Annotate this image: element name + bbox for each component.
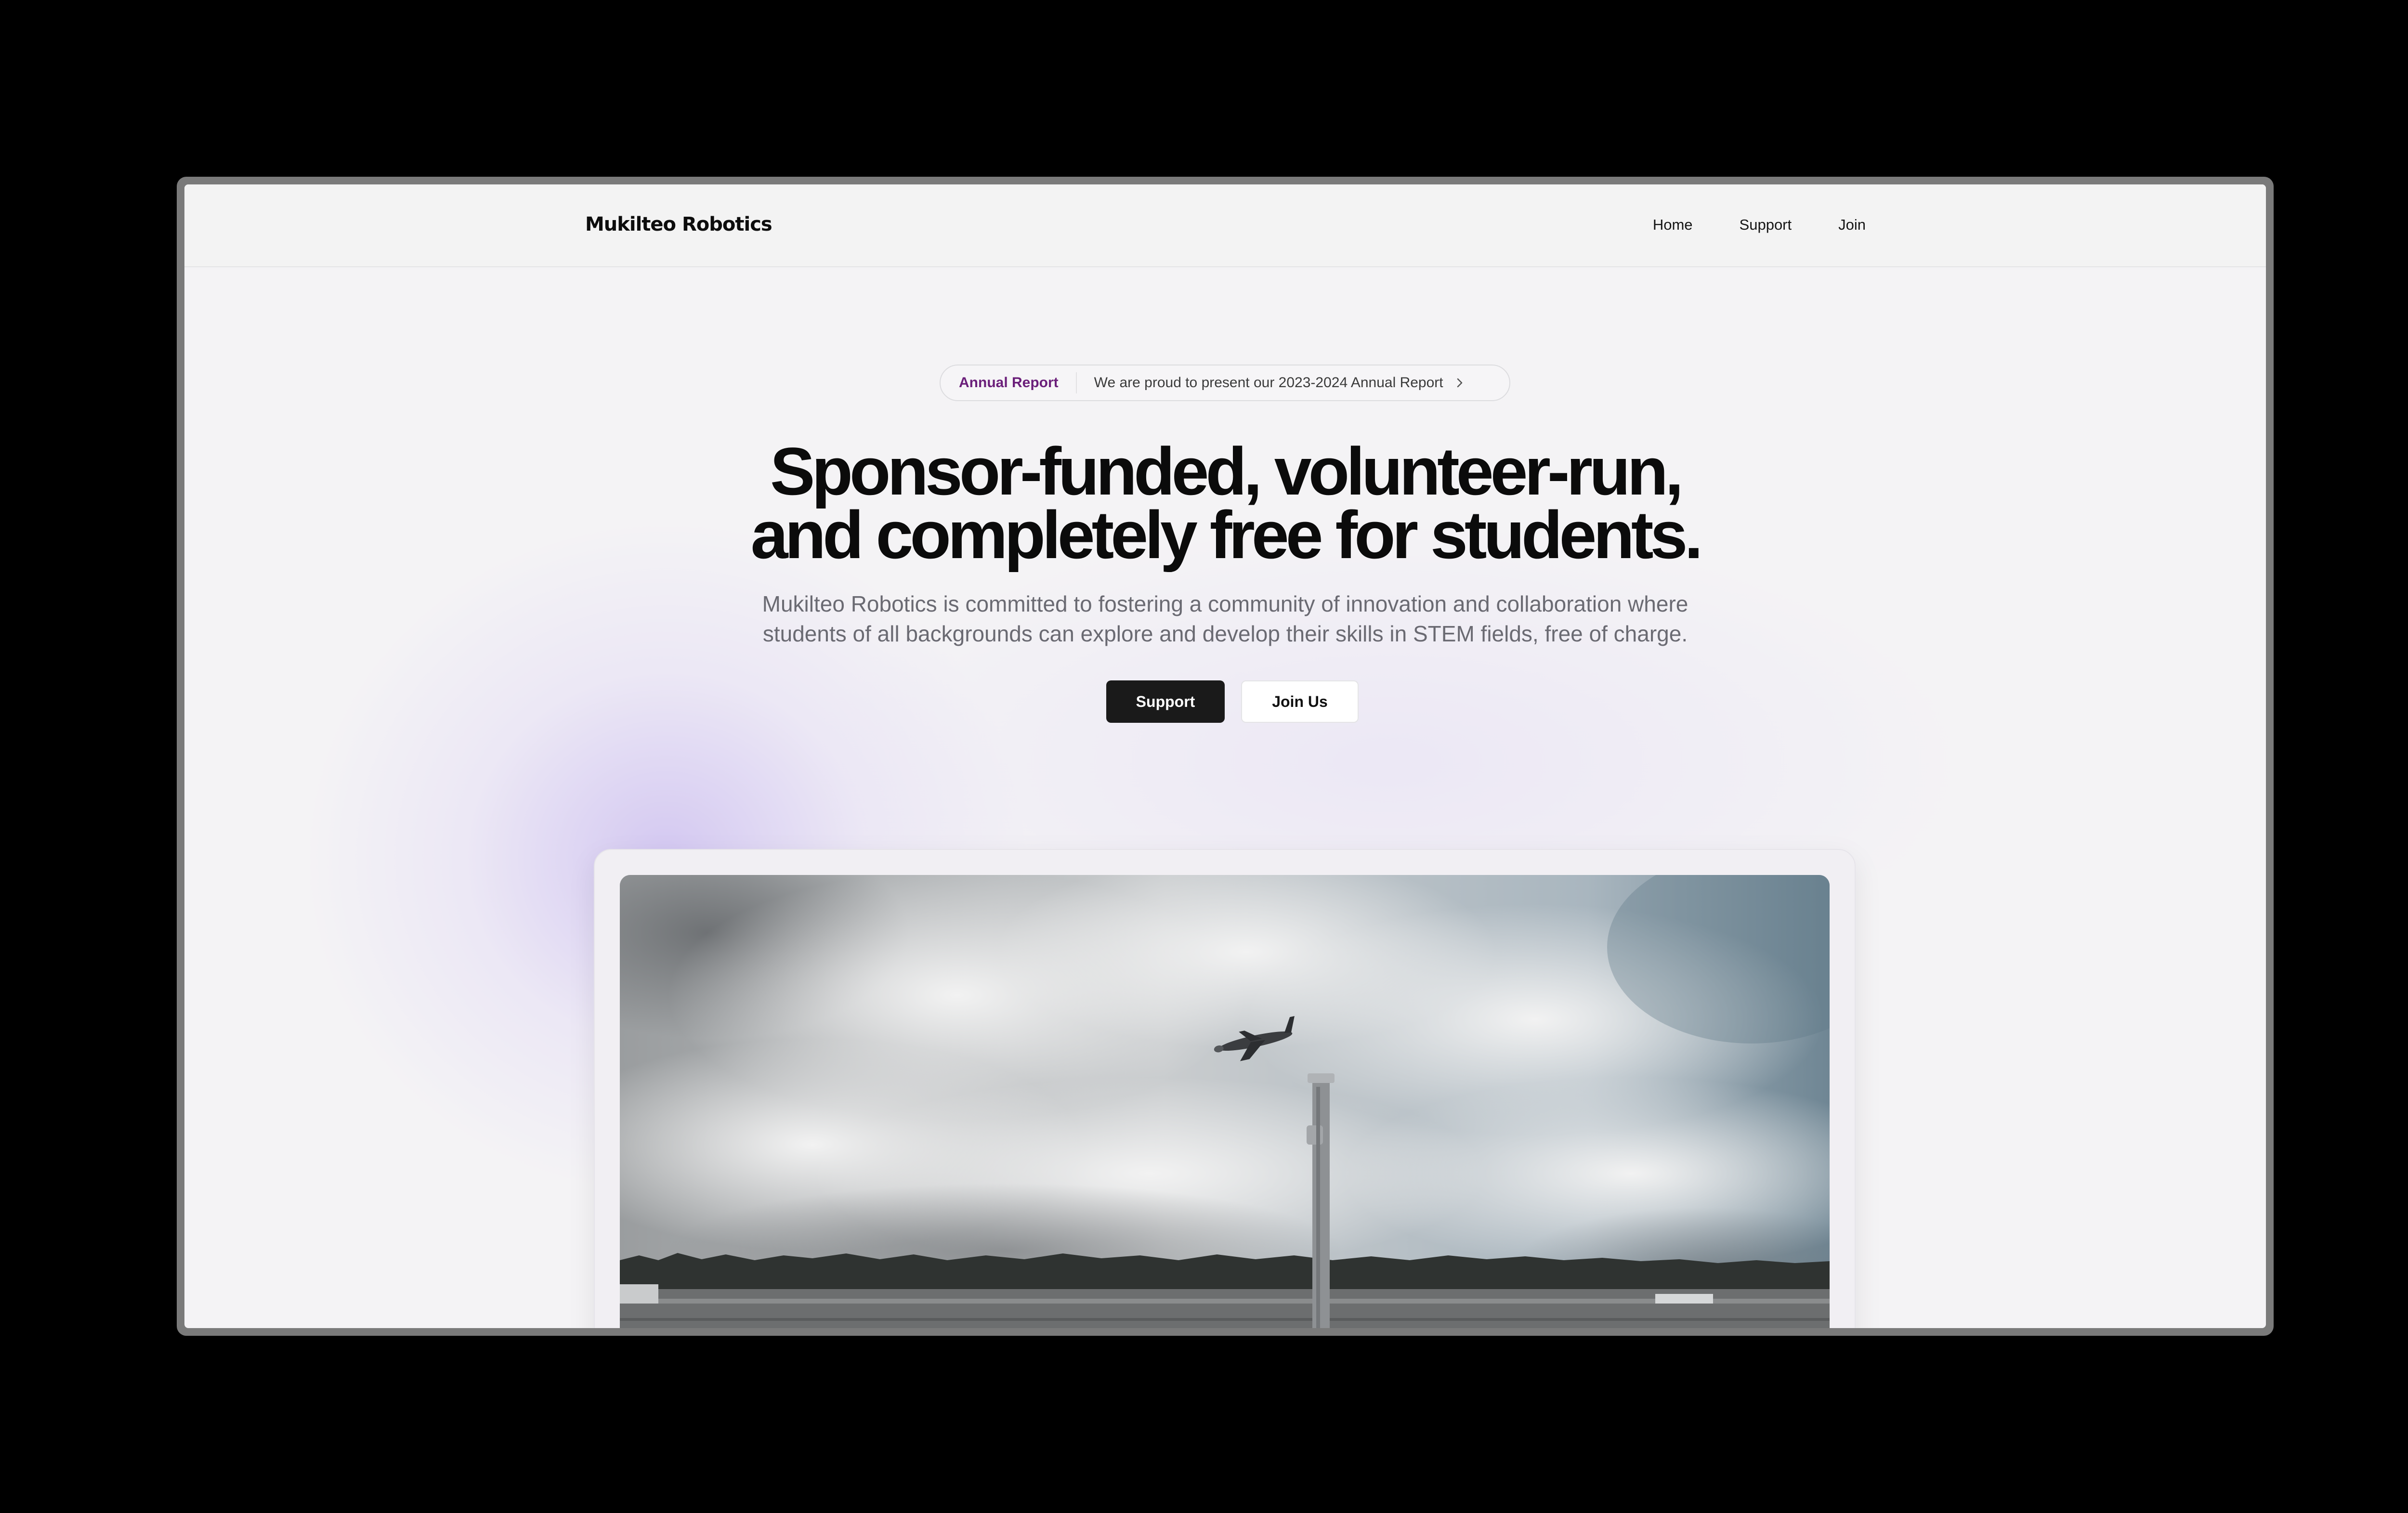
nav-item-home[interactable]: Home <box>1653 216 1693 234</box>
nav-links: Home Support Join <box>1653 216 1866 234</box>
support-button[interactable]: Support <box>1106 680 1225 723</box>
annual-report-message: We are proud to present our 2023-2024 An… <box>1094 375 1443 391</box>
hero-photo-airfield <box>620 875 1830 1328</box>
top-navigation: Mukilteo Robotics Home Support Join <box>184 184 2266 267</box>
hero-description: Mukilteo Robotics is committed to foster… <box>184 589 2266 649</box>
annual-report-tag: Annual Report <box>941 372 1077 393</box>
hero-image-frame <box>594 849 1856 1328</box>
page-viewport: Mukilteo Robotics Home Support Join Annu… <box>184 184 2266 1328</box>
join-us-button[interactable]: Join Us <box>1241 680 1359 723</box>
chevron-right-icon <box>1454 377 1466 389</box>
hero-headline-line-2: and completely free for students. <box>750 497 1703 573</box>
annual-report-banner[interactable]: Annual Report We are proud to present ou… <box>940 365 1510 401</box>
hero-headline: Sponsor-funded, volunteer-run, and compl… <box>184 433 2266 573</box>
hero-description-line-1: Mukilteo Robotics is committed to foster… <box>762 591 1688 616</box>
nav-item-join[interactable]: Join <box>1838 216 1866 234</box>
hero-headline-line-1: Sponsor-funded, volunteer-run, <box>770 433 1684 509</box>
site-logo[interactable]: Mukilteo Robotics <box>585 213 772 235</box>
hero-description-line-2: students of all backgrounds can explore … <box>762 621 1688 646</box>
nav-item-support[interactable]: Support <box>1740 216 1792 234</box>
browser-window: Mukilteo Robotics Home Support Join Annu… <box>177 177 2274 1336</box>
